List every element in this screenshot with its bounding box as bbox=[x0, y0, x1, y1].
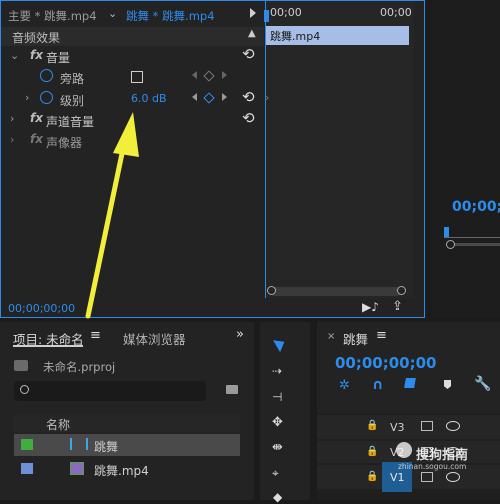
channel-volume-label: 声道音量 bbox=[46, 115, 95, 129]
program-ruler bbox=[444, 237, 500, 238]
sequence-icon bbox=[70, 438, 88, 450]
bypass-label: 旁路 bbox=[60, 72, 85, 86]
level-label: 级别 bbox=[60, 94, 85, 108]
add-keyframe-icon[interactable] bbox=[203, 70, 215, 82]
effect-controls-panel: 主要 * 跳舞.mp4 ⌄ 跳舞 * 跳舞.mp4 音频效果 ▲ ⌄ fx 音量… bbox=[0, 0, 425, 318]
track-output-icon[interactable] bbox=[421, 421, 433, 431]
project-file-icon bbox=[14, 360, 28, 371]
level-value[interactable]: 6.0 dB bbox=[131, 92, 167, 105]
fx-icon: fx bbox=[30, 132, 43, 146]
ruler-end-time: 00;00 bbox=[380, 6, 412, 19]
expand-chevron-icon[interactable]: › bbox=[265, 91, 269, 104]
razor-tool-icon[interactable]: ✥ bbox=[272, 415, 283, 430]
chevron-down-icon[interactable]: ⌄ bbox=[108, 7, 117, 20]
slip-tool-icon[interactable]: ⇼ bbox=[272, 440, 283, 455]
scroll-handle-left[interactable] bbox=[267, 286, 276, 295]
timeline-timecode[interactable]: 00;00;00;00 bbox=[335, 354, 437, 372]
next-keyframe-icon[interactable] bbox=[222, 93, 227, 101]
expand-chevron-icon[interactable]: › bbox=[10, 112, 14, 125]
video-clip-icon bbox=[70, 462, 84, 475]
track-row[interactable] bbox=[317, 415, 500, 439]
add-keyframe-icon[interactable] bbox=[203, 92, 215, 104]
reset-channel-icon[interactable]: ⟲ bbox=[242, 109, 255, 127]
collapse-chevron-icon[interactable]: ⌄ bbox=[10, 49, 19, 62]
clip-bar-label: 跳舞.mp4 bbox=[270, 30, 321, 43]
list-item[interactable] bbox=[14, 434, 240, 456]
ruler-start-time: 00;00 bbox=[270, 6, 302, 19]
ripple-edit-tool-icon[interactable]: ⊣ bbox=[272, 390, 282, 404]
stopwatch-icon[interactable] bbox=[40, 69, 53, 82]
track-label: V1 bbox=[390, 471, 405, 484]
linked-selection-icon[interactable] bbox=[404, 378, 416, 388]
program-monitor bbox=[432, 0, 500, 318]
lock-icon[interactable]: 🔒 bbox=[366, 420, 378, 431]
nest-icon[interactable]: ✲ bbox=[339, 378, 350, 393]
expand-chevron-icon[interactable]: › bbox=[25, 91, 29, 104]
wrench-icon[interactable]: 🔧 bbox=[474, 376, 491, 392]
expand-chevron-icon[interactable]: › bbox=[10, 133, 14, 146]
stopwatch-icon[interactable] bbox=[40, 91, 53, 104]
fx-icon: fx bbox=[30, 48, 43, 62]
next-keyframe-icon[interactable] bbox=[222, 71, 227, 79]
lock-icon[interactable]: 🔒 bbox=[366, 446, 378, 457]
bypass-checkbox[interactable] bbox=[131, 71, 143, 83]
reset-volume-icon[interactable]: ⟲ bbox=[242, 45, 255, 63]
watermark-title: 搜狗指南 bbox=[416, 448, 469, 463]
close-tab-icon[interactable]: × bbox=[327, 331, 335, 342]
play-clip-icon[interactable] bbox=[250, 8, 256, 18]
name-column-header[interactable]: 名称 bbox=[46, 416, 70, 433]
export-icon[interactable]: ⇪ bbox=[392, 299, 403, 314]
panner-label: 声像器 bbox=[46, 136, 83, 150]
search-input[interactable] bbox=[14, 381, 206, 401]
program-timecode[interactable]: 00;00;00 bbox=[452, 199, 500, 215]
media-browser-tab[interactable]: 媒体浏览器 bbox=[123, 329, 186, 348]
track-select-tool-icon[interactable]: ⇢ bbox=[272, 364, 282, 378]
scroll-up-icon[interactable]: ▲ bbox=[248, 28, 256, 39]
horizontal-scrollbar[interactable] bbox=[270, 287, 402, 296]
program-scrollbar[interactable] bbox=[455, 243, 500, 246]
snap-icon[interactable]: ∩ bbox=[372, 377, 383, 393]
section-label: 音频效果 bbox=[12, 31, 61, 45]
pen-tool-icon[interactable]: ⌖ bbox=[272, 466, 279, 481]
watermark-logo-icon bbox=[396, 442, 412, 458]
new-bin-icon[interactable] bbox=[226, 385, 238, 394]
search-icon bbox=[20, 385, 29, 394]
watermark-url: zhinan.sogou.com bbox=[398, 462, 467, 471]
eye-icon[interactable] bbox=[446, 472, 460, 482]
effect-controls-timecode[interactable]: 00;00;00;00 bbox=[8, 302, 75, 315]
reset-level-icon[interactable]: ⟲ bbox=[242, 88, 255, 106]
hamburger-menu-icon[interactable]: ≡ bbox=[376, 328, 387, 343]
track-label: V3 bbox=[390, 421, 405, 434]
volume-label: 音量 bbox=[46, 51, 71, 65]
prev-keyframe-icon[interactable] bbox=[192, 71, 197, 79]
label-color-swatch[interactable] bbox=[21, 463, 33, 474]
project-tab-underline bbox=[13, 345, 83, 347]
active-clip-tab[interactable]: 跳舞 * 跳舞.mp4 bbox=[126, 8, 215, 24]
project-file-name: 未命名.prproj bbox=[43, 360, 116, 374]
list-item-name: 跳舞.mp4 bbox=[94, 464, 149, 478]
timeline-tab[interactable]: 跳舞 bbox=[343, 329, 368, 348]
track-output-icon[interactable] bbox=[421, 472, 433, 482]
hamburger-menu-icon[interactable]: ≡ bbox=[90, 328, 101, 343]
lock-icon[interactable]: 🔒 bbox=[366, 471, 378, 482]
more-panels-icon[interactable]: » bbox=[236, 327, 244, 342]
eye-icon[interactable] bbox=[446, 421, 460, 431]
prev-keyframe-icon[interactable] bbox=[192, 93, 197, 101]
master-tab[interactable]: 主要 * 跳舞.mp4 bbox=[8, 8, 97, 24]
program-scroll-handle[interactable] bbox=[446, 240, 455, 249]
hand-tool-icon[interactable]: ◆ bbox=[273, 490, 282, 504]
playhead-marker[interactable] bbox=[264, 10, 269, 22]
list-item-name: 跳舞 bbox=[94, 440, 119, 454]
label-color-swatch[interactable] bbox=[21, 439, 33, 450]
fx-icon: fx bbox=[30, 111, 43, 125]
scroll-handle-right[interactable] bbox=[397, 286, 406, 295]
play-audio-icon[interactable]: ▶♪ bbox=[362, 300, 379, 314]
